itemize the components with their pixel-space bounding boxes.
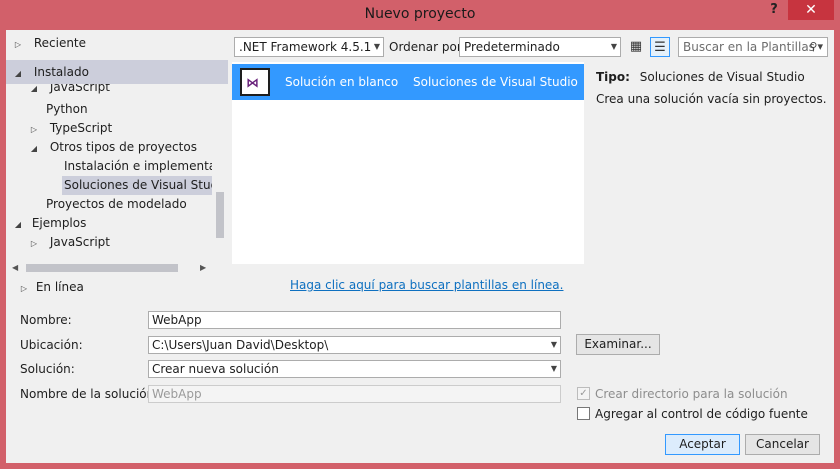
collapse-arrow-icon: ◢ <box>30 144 38 153</box>
tree-item-label: TypeScript <box>49 121 113 135</box>
tree-scroll-area: ◢ JavaScript Python ▷ TypeScript ◢ Otros… <box>6 84 212 260</box>
tree-item-installed[interactable]: ◢ Instalado <box>6 60 228 84</box>
tree-horizontal-scrollbar[interactable]: ◀ ▶ <box>12 262 210 274</box>
search-icon[interactable]: ⚲▾ <box>809 38 823 56</box>
tree-vertical-scrollbar[interactable] <box>214 84 226 262</box>
template-description: Crea una solución vacía sin proyectos. <box>596 92 827 106</box>
template-details: Tipo: Soluciones de Visual Studio Crea u… <box>596 70 832 106</box>
scroll-right-icon[interactable]: ▶ <box>200 263 206 272</box>
tree-item-label: Otros tipos de proyectos <box>49 140 197 154</box>
solution-name-label: Nombre de la solución: <box>20 387 159 401</box>
tree-item-label: JavaScript <box>49 84 110 94</box>
template-tree: ▷ Reciente ◢ Instalado ◢ JavaScript Pyth… <box>6 30 228 300</box>
source-control-checkbox[interactable] <box>577 407 590 420</box>
scrollbar-thumb[interactable] <box>216 192 224 238</box>
tree-item-samples[interactable]: ◢ Ejemplos <box>6 214 212 233</box>
tree-item-vs-solutions[interactable]: Soluciones de Visual Studio <box>62 176 212 195</box>
tree-item-label: Instalado <box>33 65 89 79</box>
tree-item-label: Soluciones de Visual Studio <box>64 178 212 192</box>
scrollbar-thumb[interactable] <box>26 264 178 272</box>
expand-arrow-icon: ▷ <box>14 40 22 49</box>
tree-item-online[interactable]: ▷ En línea <box>18 280 84 294</box>
expand-arrow-icon: ▷ <box>20 284 28 293</box>
chevron-down-icon: ▼ <box>610 42 617 51</box>
help-button[interactable]: ? <box>764 2 784 22</box>
location-label: Ubicación: <box>20 338 83 352</box>
solution-label: Solución: <box>20 362 75 376</box>
type-label: Tipo: <box>596 70 630 84</box>
sort-label: Ordenar por: <box>389 40 466 54</box>
dialog-body: ▷ Reciente ◢ Instalado ◢ JavaScript Pyth… <box>6 30 834 463</box>
tree-item-javascript[interactable]: ◢ JavaScript <box>6 84 212 97</box>
location-input[interactable]: C:\Users\Juan David\Desktop\ ▼ <box>148 336 561 354</box>
title-bar: Nuevo proyecto ? ✕ <box>0 0 840 30</box>
name-label: Nombre: <box>20 313 72 327</box>
tree-item-label: Reciente <box>33 36 87 50</box>
template-search-input[interactable]: Buscar en la Plantillas ⚲▾ <box>678 37 828 57</box>
chevron-down-icon[interactable]: ▼ <box>551 337 557 353</box>
template-category: Soluciones de Visual Studio <box>413 75 578 89</box>
framework-select[interactable]: .NET Framework 4.5.1 ▼ <box>234 37 384 57</box>
online-templates-link[interactable]: Haga clic aquí para buscar plantillas en… <box>290 278 563 292</box>
framework-value: .NET Framework 4.5.1 <box>239 40 372 54</box>
type-value: Soluciones de Visual Studio <box>639 70 805 84</box>
accept-button[interactable]: Aceptar <box>665 434 740 455</box>
tree-item-python[interactable]: Python <box>6 100 212 119</box>
template-name: Solución en blanco <box>285 75 399 89</box>
chevron-down-icon: ▼ <box>550 364 557 373</box>
cancel-button[interactable]: Cancelar <box>745 434 820 455</box>
template-list: ⋈ Solución en blanco Soluciones de Visua… <box>232 62 584 264</box>
scroll-left-icon[interactable]: ◀ <box>12 263 18 272</box>
search-placeholder: Buscar en la Plantillas <box>683 40 815 54</box>
solution-select[interactable]: Crear nueva solución ▼ <box>148 360 561 378</box>
window-title: Nuevo proyecto <box>364 6 476 22</box>
visual-studio-solution-icon: ⋈ <box>240 68 270 96</box>
create-directory-checkbox[interactable]: ✓ <box>577 387 590 400</box>
tree-item-modeling-projects[interactable]: Proyectos de modelado <box>6 195 212 214</box>
chevron-down-icon: ▼ <box>373 42 380 51</box>
tree-item-label: Proyectos de modelado <box>46 197 187 211</box>
sort-select[interactable]: Predeterminado ▼ <box>459 37 621 57</box>
collapse-arrow-icon: ◢ <box>14 69 22 78</box>
tree-item-label: Python <box>46 102 88 116</box>
collapse-arrow-icon: ◢ <box>30 84 38 93</box>
tree-item-label: Instalación e implementación <box>64 159 212 173</box>
tree-item-label: Ejemplos <box>31 216 87 230</box>
browse-button[interactable]: Examinar... <box>576 334 660 355</box>
expand-arrow-icon: ▷ <box>30 125 38 134</box>
expand-arrow-icon: ▷ <box>30 239 38 248</box>
create-directory-label: Crear directorio para la solución <box>595 387 788 401</box>
tree-item-other-project-types[interactable]: ◢ Otros tipos de proyectos <box>6 138 212 157</box>
tree-item-setup-deployment[interactable]: Instalación e implementación <box>6 157 212 176</box>
location-value: C:\Users\Juan David\Desktop\ <box>152 338 329 352</box>
list-view-icon[interactable]: ☰ <box>650 37 670 57</box>
source-control-label: Agregar al control de código fuente <box>595 407 808 421</box>
collapse-arrow-icon: ◢ <box>14 220 22 229</box>
close-button[interactable]: ✕ <box>788 0 834 20</box>
solution-name-input[interactable]: WebApp <box>148 385 561 403</box>
sort-value: Predeterminado <box>464 40 560 54</box>
tree-item-recent[interactable]: ▷ Reciente <box>6 34 228 53</box>
small-icons-view-icon[interactable]: ▦ <box>626 37 646 57</box>
tree-item-label: JavaScript <box>49 235 110 249</box>
solution-value: Crear nueva solución <box>152 362 279 376</box>
list-item[interactable]: ⋈ Solución en blanco Soluciones de Visua… <box>232 64 584 100</box>
tree-item-typescript[interactable]: ▷ TypeScript <box>6 119 212 138</box>
tree-item-samples-javascript[interactable]: ▷ JavaScript <box>6 233 212 252</box>
name-input[interactable]: WebApp <box>148 311 561 329</box>
tree-item-label: En línea <box>35 280 84 294</box>
